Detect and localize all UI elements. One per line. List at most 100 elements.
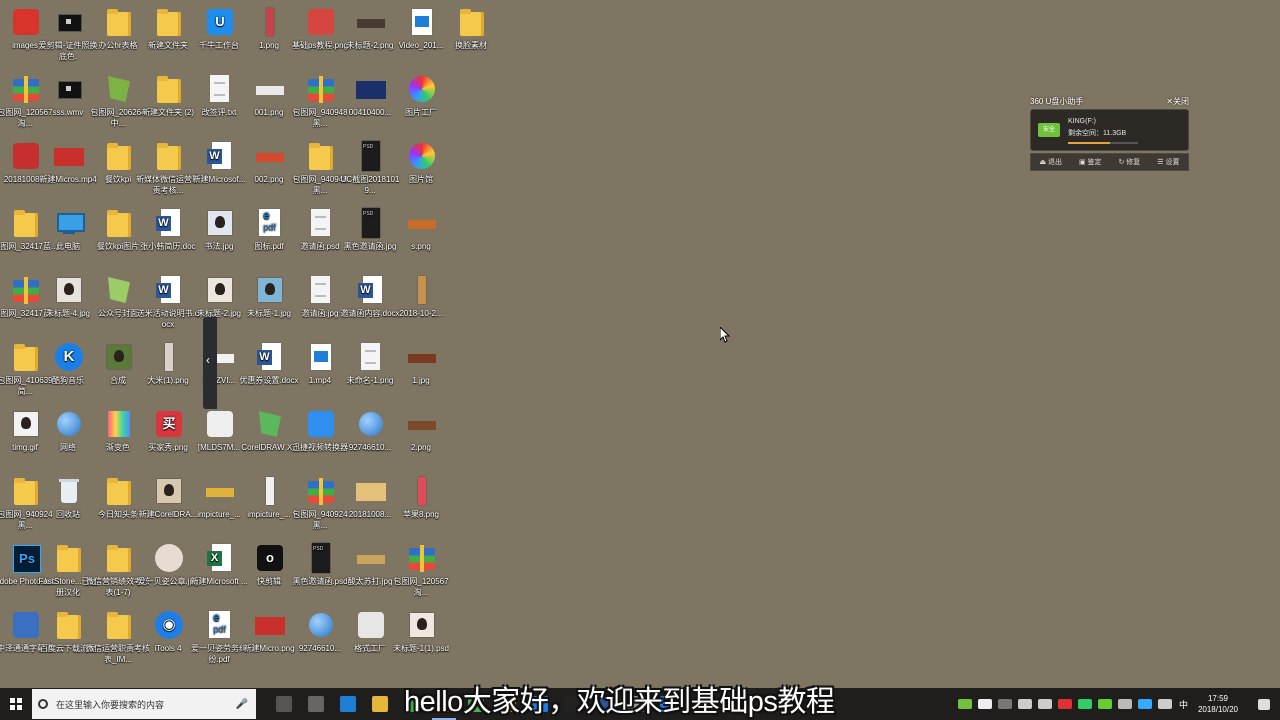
people-icon[interactable] (1017, 699, 1032, 709)
wide-icon (355, 73, 386, 105)
black-icon (53, 73, 83, 105)
desktop-icon[interactable]: 包图网_120567淘... (388, 542, 454, 598)
desktop-icon[interactable]: s.png (388, 207, 454, 253)
taskbar-file-explorer-button[interactable] (364, 688, 396, 720)
pdf-icon (204, 609, 234, 641)
usb-helper-title: 360 U盘小助手 (1030, 97, 1084, 106)
edge-icon (340, 696, 356, 712)
app-icon (204, 408, 234, 440)
desktop-icon-label: 1.jpg (412, 376, 430, 385)
chevron-up-icon[interactable] (1037, 699, 1052, 709)
tall-icon (254, 475, 284, 507)
desktop-icon[interactable]: 苹果8.png (388, 475, 454, 521)
tall-icon (254, 6, 284, 38)
tall-icon (406, 475, 436, 507)
app-icon (204, 6, 234, 38)
desktop-icon[interactable]: 1.jpg (388, 341, 454, 387)
video-icon (305, 341, 335, 373)
folder-icon (153, 6, 183, 38)
taskbar-task-view-button[interactable] (268, 688, 300, 720)
folder-icon (153, 140, 183, 172)
excel-icon (204, 542, 234, 574)
tray-app-5[interactable] (1137, 699, 1152, 709)
word-icon (153, 274, 183, 306)
microphone-icon[interactable]: 🎤 (236, 699, 248, 710)
strip-icon (406, 207, 436, 239)
wide-icon (254, 609, 285, 641)
notification-icon (1258, 698, 1270, 710)
side-panel-handle[interactable] (203, 317, 217, 409)
video-subtitle: hello大家好，欢迎来到基础ps教程 (404, 686, 835, 718)
usb-action-3[interactable]: ☰ 设置 (1157, 157, 1179, 167)
desktop-icon-label: 2018-10-2... (399, 309, 443, 318)
word-icon (254, 341, 284, 373)
usb-action-2[interactable]: ↻ 修复 (1119, 157, 1141, 167)
tray-app-1[interactable] (1057, 699, 1072, 709)
bin-icon (53, 475, 83, 507)
search-icon (38, 699, 48, 709)
desktop-icon[interactable]: 换脸素材 (438, 6, 504, 52)
taskbar-edge-button[interactable] (332, 688, 364, 720)
clock[interactable]: 17:59 2018/10/20 (1198, 693, 1238, 715)
zip-icon (305, 475, 335, 507)
volume-icon[interactable] (1157, 699, 1172, 709)
zip-icon (305, 73, 335, 105)
folder-icon (103, 542, 133, 574)
strip-icon (254, 73, 284, 105)
photo-icon (103, 341, 133, 373)
battery-icon[interactable] (957, 699, 972, 709)
tray-app-3[interactable] (1097, 699, 1112, 709)
taskbar-app-1-button[interactable] (300, 688, 332, 720)
globe-icon (355, 408, 385, 440)
folder-icon (103, 6, 133, 38)
photo-icon (53, 274, 83, 306)
usb-drive-icon: 安全 (1038, 123, 1060, 137)
video-icon (406, 6, 436, 38)
ime-indicator[interactable]: 中 (1179, 698, 1188, 711)
doc-icon (305, 207, 335, 239)
usb-drive-name: KING(F:) (1068, 118, 1096, 125)
folder-icon (153, 73, 183, 105)
strip-icon (204, 475, 234, 507)
desktop-icon[interactable]: 未标题-1(1).psd (388, 609, 454, 655)
green-icon (103, 274, 133, 306)
file-explorer-icon (372, 696, 388, 712)
desktop-icon[interactable]: 图片工厂 (388, 73, 454, 119)
strip-icon (254, 140, 284, 172)
green-icon (254, 408, 284, 440)
folder-icon (103, 475, 133, 507)
usb-helper-actions: ⏏ 退出 ▣ 鉴定 ↻ 修复 ☰ 设置 (1030, 153, 1189, 171)
folder-icon (103, 140, 133, 172)
tray-app-2[interactable] (1077, 699, 1092, 709)
grad-icon (103, 408, 133, 440)
app-icon (254, 542, 284, 574)
strip-icon (406, 408, 436, 440)
black-icon (53, 6, 83, 38)
notification-button[interactable] (1248, 688, 1280, 720)
folder-icon (305, 140, 335, 172)
desktop-icon-label: 苹果8.png (402, 510, 440, 519)
usb-action-1[interactable]: ▣ 鉴定 (1079, 157, 1102, 167)
tall-icon (153, 341, 183, 373)
user-icon[interactable] (997, 699, 1012, 709)
desktop-icon-label: 图片工厂 (405, 108, 437, 117)
usb-usage-bar (1068, 142, 1138, 144)
m-app-icon[interactable] (977, 699, 992, 709)
strip-icon (355, 6, 385, 38)
word-icon (355, 274, 385, 306)
system-tray: 中 17:59 2018/10/20 (955, 688, 1280, 720)
desktop-icon[interactable]: 2.png (388, 408, 454, 454)
usb-action-0[interactable]: ⏏ 退出 (1039, 157, 1062, 167)
taskbar-search-box[interactable]: 在这里输入你要搜索的内容 🎤 (32, 689, 256, 719)
desktop-icon[interactable]: 2018-10-2... (388, 274, 454, 320)
folder-icon (456, 6, 486, 38)
green-icon (103, 73, 133, 105)
start-button[interactable] (0, 688, 32, 720)
desktop-icon[interactable]: 图片馆 (388, 140, 454, 186)
app-icon (355, 609, 385, 641)
usb-usage-fill (1068, 142, 1110, 144)
folder-icon (53, 609, 83, 641)
usb-helper-close-button[interactable]: ✕关闭 (1166, 96, 1189, 108)
word-icon (153, 207, 183, 239)
tray-app-4[interactable] (1117, 699, 1132, 709)
